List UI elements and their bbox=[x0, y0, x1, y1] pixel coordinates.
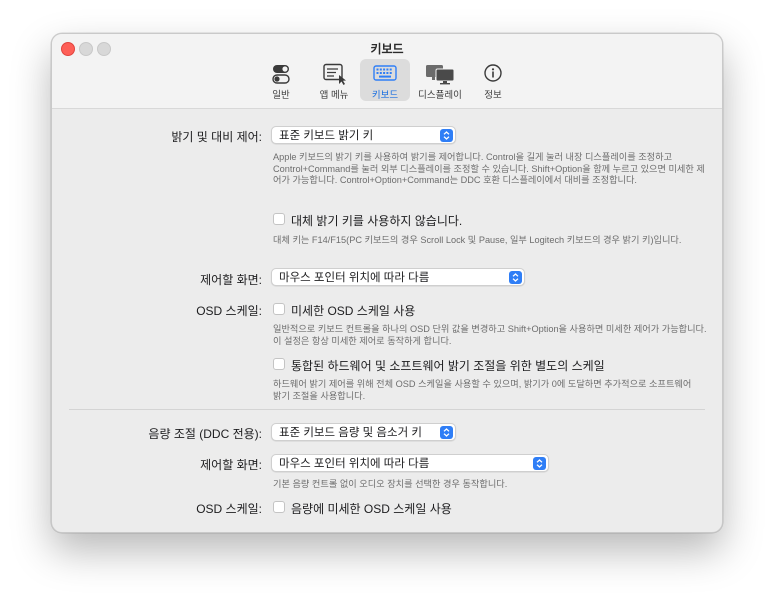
combined-scale-label: 통합된 하드웨어 및 소프트웨어 밝기 조절을 위한 별도의 스케일 bbox=[291, 359, 605, 373]
volume-osd-fine-label: 음량에 미세한 OSD 스케일 사용 bbox=[291, 502, 452, 516]
volume-screen-select[interactable]: 마우스 포인터 위치에 따라 다름 bbox=[271, 454, 549, 472]
brightness-control-value: 표준 키보드 밝기 키 bbox=[279, 130, 374, 142]
chevron-updown-icon bbox=[440, 129, 453, 142]
chevron-updown-icon bbox=[533, 457, 546, 470]
tab-displays[interactable]: 디스플레이 bbox=[412, 59, 468, 101]
title-bar: 키보드 일반 앱 메뉴 키보드 디스플레이 정보 bbox=[52, 34, 722, 109]
volume-screen-description: 기본 음량 컨트롤 없이 오디오 장치를 선택한 경우 동작합니다. bbox=[273, 479, 508, 489]
alt-keys-description: 대체 키는 F14/F15(PC 키보드의 경우 Scroll Lock 및 P… bbox=[273, 235, 682, 245]
combined-scale-description: 하드웨어 밝기 제어를 위해 전체 OSD 스케일을 사용할 수 있으며, 밝기… bbox=[273, 379, 692, 401]
tab-about-label: 정보 bbox=[484, 90, 502, 101]
brightness-screen-select[interactable]: 마우스 포인터 위치에 따라 다름 bbox=[271, 268, 525, 286]
chevron-updown-icon bbox=[440, 426, 453, 439]
tab-keyboard[interactable]: 키보드 bbox=[360, 59, 410, 101]
info-icon bbox=[475, 63, 511, 85]
brightness-control-select[interactable]: 표준 키보드 밝기 키 bbox=[271, 126, 456, 144]
tab-displays-label: 디스플레이 bbox=[418, 90, 462, 101]
alt-keys-label: 대체 밝기 키를 사용하지 않습니다. bbox=[291, 214, 463, 228]
combined-scale-checkbox[interactable] bbox=[273, 358, 285, 370]
volume-control-value: 표준 키보드 음량 및 음소거 키 bbox=[279, 427, 422, 439]
tab-about[interactable]: 정보 bbox=[475, 59, 511, 101]
alt-keys-checkbox[interactable] bbox=[273, 213, 285, 225]
volume-osd-fine-checkbox[interactable] bbox=[273, 501, 285, 513]
volume-screen-value: 마우스 포인터 위치에 따라 다름 bbox=[279, 458, 430, 470]
keyboard-icon bbox=[360, 63, 410, 85]
volume-control-label: 음량 조절 (DDC 전용): bbox=[148, 427, 262, 441]
brightness-screen-value: 마우스 포인터 위치에 따라 다름 bbox=[279, 272, 430, 284]
brightness-control-label: 밝기 및 대비 제어: bbox=[171, 130, 262, 144]
volume-screen-label: 제어할 화면: bbox=[200, 458, 262, 472]
tab-app-menu[interactable]: 앱 메뉴 bbox=[310, 59, 358, 101]
osd-fine-checkbox[interactable] bbox=[273, 303, 285, 315]
osd-fine-label: 미세한 OSD 스케일 사용 bbox=[291, 304, 416, 318]
brightness-description: Apple 키보드의 밝기 키를 사용하여 밝기를 제어합니다. Control… bbox=[273, 152, 705, 185]
preferences-window: 키보드 일반 앱 메뉴 키보드 디스플레이 정보 밝기 및 대비 제어: 표준 … bbox=[51, 33, 723, 533]
chevron-updown-icon bbox=[509, 271, 522, 284]
volume-control-select[interactable]: 표준 키보드 음량 및 음소거 키 bbox=[271, 423, 456, 441]
tab-general[interactable]: 일반 bbox=[259, 59, 303, 101]
app-menu-icon bbox=[310, 63, 358, 85]
settings-content: 밝기 및 대비 제어: 표준 키보드 밝기 키 Apple 키보드의 밝기 키를… bbox=[52, 109, 722, 532]
tab-general-label: 일반 bbox=[272, 90, 290, 101]
displays-icon bbox=[412, 63, 468, 85]
toggle-switches-icon bbox=[259, 63, 303, 85]
window-title: 키보드 bbox=[370, 42, 404, 56]
toolbar: 일반 앱 메뉴 키보드 디스플레이 정보 bbox=[52, 59, 722, 103]
brightness-osd-label: OSD 스케일: bbox=[196, 304, 262, 318]
volume-osd-label: OSD 스케일: bbox=[196, 502, 262, 516]
osd-fine-description: 일반적으로 키보드 컨트롤을 하나의 OSD 단위 값을 변경하고 Shift+… bbox=[273, 324, 707, 346]
brightness-screen-label: 제어할 화면: bbox=[200, 273, 262, 287]
tab-app-menu-label: 앱 메뉴 bbox=[319, 90, 349, 101]
section-divider bbox=[69, 409, 705, 410]
tab-keyboard-label: 키보드 bbox=[371, 90, 399, 101]
